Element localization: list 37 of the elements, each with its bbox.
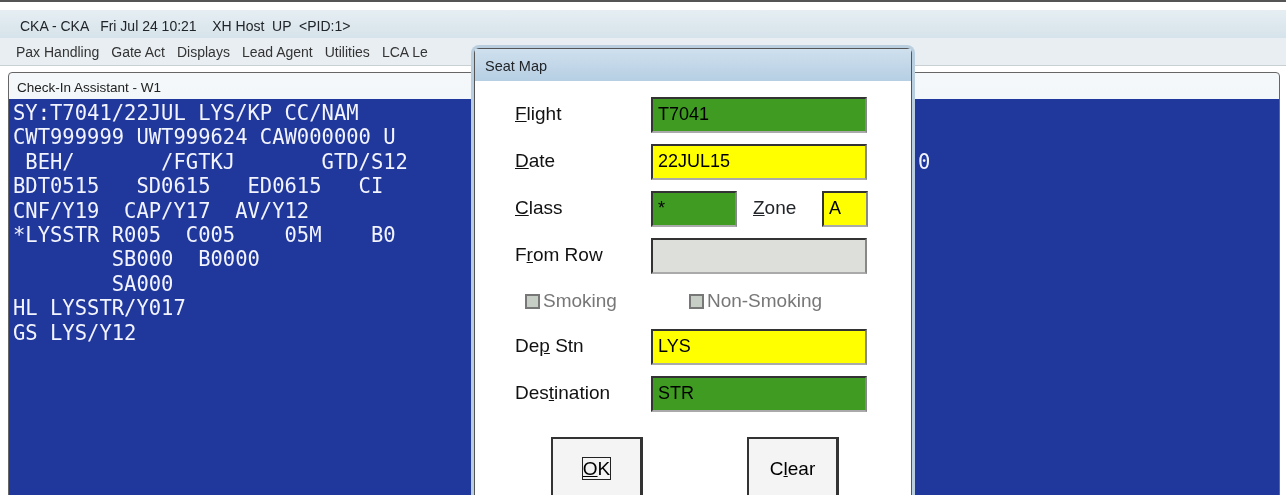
menu-item[interactable]: Gate Act [111,42,165,61]
field-label: Flight [515,102,563,127]
input-field[interactable]: 22JUL15 [651,143,867,180]
window-title: Check-In Assistant - W1 [16,79,163,97]
terminal-line: SA000 [110,271,175,297]
field-label: Zone [752,196,798,221]
window-title: CKA - CKA Fri Jul 24 10:21 XH Host UP <PID:1> [0,10,1286,38]
menu-item[interactable]: Lead Agent [241,42,313,61]
terminal-text: 0 [918,149,931,175]
dialog-button[interactable]: OK [551,437,643,495]
field-label: Class [515,196,564,221]
terminal-line: CNF/Y19 CAP/Y17 AV/Y12 [13,198,311,223]
input-field[interactable]: T7041 [651,96,867,133]
terminal-line: GS LYS/Y12 [13,320,138,345]
dialog-button[interactable]: Clear [747,437,839,495]
terminal-line: BEH/ /FGTKJ GTD/S12 [24,149,409,175]
input-field[interactable]: LYS [651,328,867,365]
field-label: Date [515,149,557,174]
checkbox-label: Smoking [543,288,617,313]
menu-item[interactable]: LCA Le [381,42,428,61]
field-label: Dep Stn [515,334,585,359]
input-field[interactable]: * [651,190,737,227]
terminal-line: *LYSSTR R005 C005 05M B0 [13,222,397,248]
checkbox-label: Non-Smoking [706,288,823,313]
dialog-title: Seat Map [475,49,911,81]
field-label: Destination [515,381,612,406]
terminal-line: BDT0515 SD0615 ED0615 CI [13,174,385,199]
field-label: From Row [515,243,604,268]
terminal-line: CWT999999 UWT999624 CAW000000 U [13,125,397,150]
menu-item[interactable]: Utilities [324,42,370,61]
terminal-line: SY:T7041/22JUL LYS/KP CC/NAM [13,101,360,126]
terminal-line: HL LYSSTR/Y017 [13,296,187,321]
input-field[interactable]: STR [651,375,867,412]
menu-item[interactable]: Displays [177,42,230,61]
terminal-line: SB000 B0000 [110,247,261,272]
menu-item[interactable]: Pax Handling [16,42,100,61]
input-field[interactable]: A [822,190,868,227]
